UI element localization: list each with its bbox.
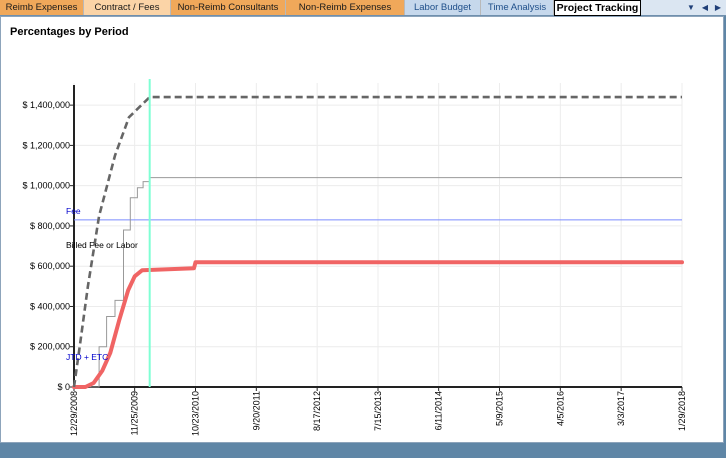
y-tick-label: $ 1,200,000 [22,140,70,150]
x-tick-label: 12/29/2008 [69,391,79,436]
y-tick-label: $ 0 [57,382,70,392]
x-tick-label: 4/5/2016 [555,391,565,426]
annotation-label: Fee [66,206,81,216]
tab-time-analysis[interactable]: Time Analysis [481,0,554,15]
x-tick-label: 9/20/2011 [251,391,261,430]
annotation-label: Billed Fee or Labor [66,240,138,250]
y-tick-label: $ 800,000 [30,221,70,231]
scroll-right-icon[interactable]: ▶ [713,1,723,14]
y-tick-label: $ 600,000 [30,261,70,271]
x-tick-label: 10/23/2010 [190,391,200,436]
tab-non-reimb-expenses[interactable]: Non-Reimb Expenses [286,0,405,15]
tab-reimb-expenses[interactable]: Reimb Expenses [0,0,84,15]
y-tick-label: $ 400,000 [30,301,70,311]
dropdown-arrow-icon[interactable]: ▼ [686,1,696,14]
x-tick-label: 1/29/2018 [677,391,687,431]
x-tick-label: 11/25/2009 [130,391,140,435]
tab-bar: Reimb Expenses Contract / Fees Non-Reimb… [0,0,726,16]
x-tick-label: 8/17/2012 [312,391,322,431]
percentages-chart: $ 0 $ 200,000 $ 400,000 $ 600,000 $ 800,000 $… [22,79,687,436]
tab-contract-fees[interactable]: Contract / Fees [84,0,171,15]
x-tick-label: 5/9/2015 [494,391,504,426]
x-tick-label: 7/15/2013 [373,391,383,431]
y-tick-label: $ 1,400,000 [22,100,70,110]
annotation-label: JTD + ETC [66,352,108,362]
tab-project-tracking[interactable]: Project Tracking [554,0,641,16]
tab-labor-budget[interactable]: Labor Budget [405,0,481,15]
x-tick-label: 3/3/2017 [616,391,626,426]
chart-panel: Percentages by Period $ 0 $ 200,000 $ 400,… [0,16,724,443]
y-tick-label: $ 1,000,000 [22,181,70,191]
scroll-left-icon[interactable]: ◀ [700,1,710,14]
x-tick-label: 6/11/2014 [434,391,444,430]
y-tick-label: $ 200,000 [30,342,70,352]
tab-non-reimb-consultants[interactable]: Non-Reimb Consultants [171,0,286,15]
